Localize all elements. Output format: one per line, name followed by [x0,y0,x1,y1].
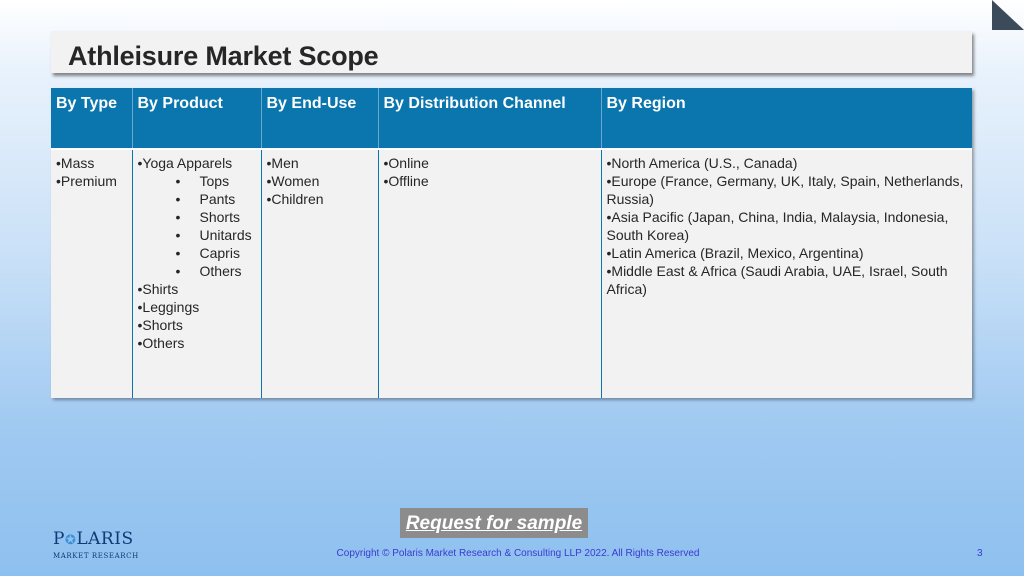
type-cell: •Mass •Premium [51,149,133,398]
list-item: •Shirts [137,281,179,297]
header-by-end-use: By End-Use [261,88,379,150]
page-number: 3 [977,548,983,559]
table-header-row: By Type By Product By End-Use By Distrib… [51,88,972,150]
list-item: •Middle East & Africa (Saudi Arabia, UAE… [606,263,948,297]
list-item: •Others [137,335,185,351]
sub-list-item: • Tops [175,173,230,189]
list-item: •Offline [383,173,429,189]
list-item: •Mass [56,155,95,171]
list-item: •Women [266,173,320,189]
request-sample-button[interactable]: Request for sample [400,508,588,538]
market-scope-table: By Type By Product By End-Use By Distrib… [51,88,972,398]
list-item: •Children [266,191,324,207]
sub-list-item: • Unitards [175,227,252,243]
header-by-product: By Product [132,88,262,150]
list-item: •North America (U.S., Canada) [606,155,798,171]
list-item: •Premium [56,173,117,189]
list-item: •Asia Pacific (Japan, China, India, Mala… [606,209,949,243]
list-item: •Yoga Apparels [137,155,233,171]
table-row: •Mass •Premium •Yoga Apparels • Tops • Pan… [51,149,972,398]
sub-list-item: • Pants [175,191,236,207]
slide-title: Athleisure Market Scope [68,41,379,71]
end-use-cell: •Men •Women •Children [261,149,379,398]
sub-list-item: • Shorts [175,209,240,225]
sub-list-item: • Capris [175,245,240,261]
product-cell: •Yoga Apparels • Tops • Pants • Shorts • Uni… [132,149,262,398]
distribution-cell: •Online •Offline [378,149,602,398]
list-item: •Latin America (Brazil, Mexico, Argentin… [606,245,864,261]
star-icon: ✪ [64,533,77,548]
list-item: •Shorts [137,317,183,333]
list-item: •Men [266,155,299,171]
list-item: •Europe (France, Germany, UK, Italy, Spa… [606,173,964,207]
title-bar: Athleisure Market Scope [51,31,972,73]
region-cell: •North America (U.S., Canada) •Europe (F… [601,149,972,398]
header-by-distribution-channel: By Distribution Channel [378,88,602,150]
corner-triangle-decoration [992,0,1024,30]
list-item: •Leggings [137,299,200,315]
sub-list-item: • Others [175,263,242,279]
header-by-region: By Region [601,88,972,150]
copyright-text: Copyright © Polaris Market Research & Co… [336,548,700,559]
list-item: •Online [383,155,429,171]
header-by-type: By Type [51,88,133,150]
